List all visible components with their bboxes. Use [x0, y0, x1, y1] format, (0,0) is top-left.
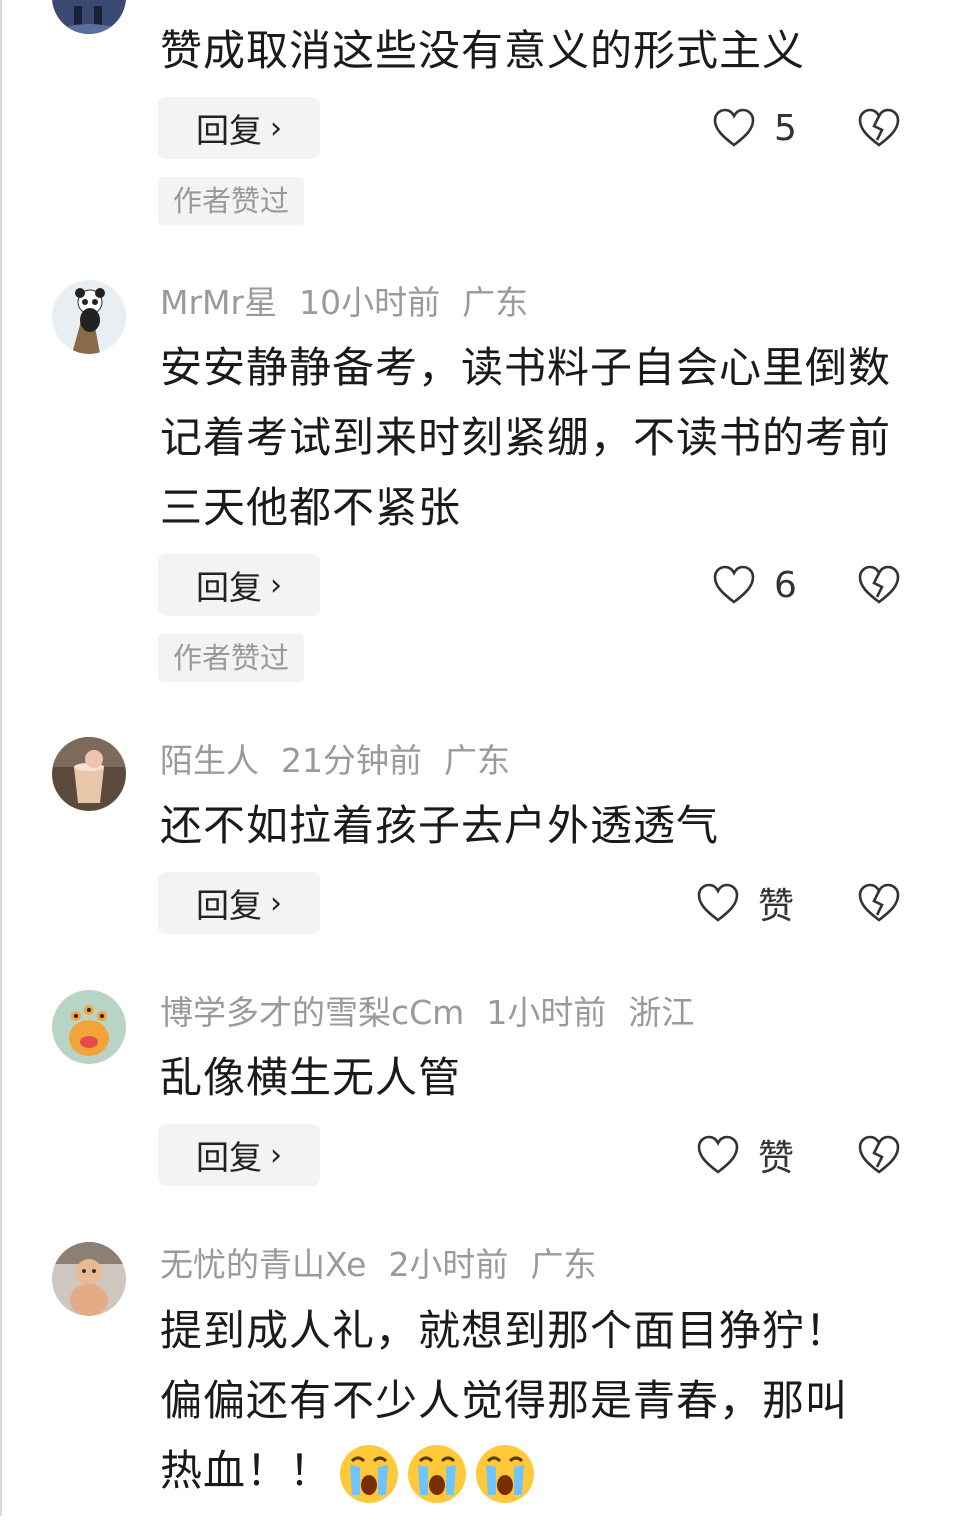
heart-icon: [697, 1135, 739, 1174]
timestamp: 1小时前: [486, 993, 607, 1032]
username[interactable]: 陌生人: [160, 741, 259, 780]
like-count: 5: [774, 107, 797, 149]
dislike-button[interactable]: [856, 97, 902, 159]
location: 浙江: [628, 993, 695, 1032]
username[interactable]: 无忧的青山Xe: [160, 1245, 366, 1284]
broken-heart-icon: [858, 1135, 900, 1174]
like-button[interactable]: 赞: [696, 872, 794, 934]
author-liked-badge: 作者赞过: [158, 634, 304, 682]
comment-text: 乱像横生无人管: [160, 1053, 462, 1102]
location: 广东: [530, 1245, 597, 1284]
comment-text: 还不如拉着孩子去户外透透气: [160, 801, 720, 850]
like-button[interactable]: 6: [712, 554, 797, 616]
comment-text: 提到成人礼，就想到那个面目狰狞！偏偏还有不少人觉得那是青春，那叫热血！！: [160, 1296, 850, 1506]
timestamp: 21分钟前: [281, 741, 422, 780]
dislike-button[interactable]: [856, 554, 902, 616]
location: 广东: [444, 741, 510, 780]
like-count: 6: [774, 564, 797, 606]
avatar-figure-icon[interactable]: [52, 0, 126, 34]
heart-icon: [713, 565, 755, 604]
heart-icon: [713, 108, 755, 147]
reply-label: 回复: [196, 111, 262, 150]
crying-emoji-icon: [338, 1443, 400, 1505]
crying-emoji-icon: [474, 1443, 536, 1505]
timestamp: 2小时前: [388, 1245, 509, 1284]
comment-text: 赞成取消这些没有意义的形式主义: [160, 26, 806, 75]
avatar-baby-icon[interactable]: [52, 1242, 126, 1316]
reply-label: 回复: [196, 568, 262, 607]
avatar-cup-icon[interactable]: [52, 737, 126, 811]
chevron-right-icon: ›: [270, 110, 282, 146]
broken-heart-icon: [858, 883, 900, 922]
reply-label: 回复: [196, 886, 262, 925]
username[interactable]: 博学多才的雪梨cCm: [160, 993, 464, 1032]
chevron-right-icon: ›: [270, 1137, 282, 1173]
author-liked-badge: 作者赞过: [158, 177, 304, 225]
comment-text: 安安静静备考，读书料子自会心里倒数记着考试到来时刻紧绷，不读书的考前三天他都不紧…: [160, 343, 892, 532]
like-button[interactable]: 赞: [696, 1124, 794, 1186]
reply-button[interactable]: 回复 ›: [158, 97, 320, 159]
chevron-right-icon: ›: [270, 567, 282, 603]
username[interactable]: MrMr星: [160, 283, 277, 322]
like-label: 赞: [758, 1138, 795, 1179]
comment-meta: 博学多才的雪梨cCm 1小时前 浙江: [160, 991, 716, 1035]
comment-meta: 无忧的青山Xe 2小时前 广东: [160, 1243, 618, 1287]
broken-heart-icon: [858, 565, 900, 604]
avatar-panda-icon[interactable]: [52, 280, 126, 354]
broken-heart-icon: [858, 108, 900, 147]
left-edge-divider: [0, 0, 2, 1516]
heart-icon: [697, 883, 739, 922]
crying-emoji-icon: [406, 1443, 468, 1505]
reply-button[interactable]: 回复 ›: [158, 554, 320, 616]
reply-button[interactable]: 回复 ›: [158, 1124, 320, 1186]
like-label: 赞: [758, 886, 795, 927]
comment-meta: 陌生人 21分钟前 广东: [160, 739, 532, 783]
location: 广东: [462, 283, 529, 322]
comment-meta: MrMr星 10小时前 广东: [160, 281, 550, 325]
reply-label: 回复: [196, 1138, 262, 1177]
timestamp: 10小时前: [299, 283, 441, 322]
avatar-monster-icon[interactable]: [52, 990, 126, 1064]
dislike-button[interactable]: [856, 872, 902, 934]
reply-button[interactable]: 回复 ›: [158, 872, 320, 934]
chevron-right-icon: ›: [270, 885, 282, 921]
dislike-button[interactable]: [856, 1124, 902, 1186]
like-button[interactable]: 5: [712, 97, 797, 159]
